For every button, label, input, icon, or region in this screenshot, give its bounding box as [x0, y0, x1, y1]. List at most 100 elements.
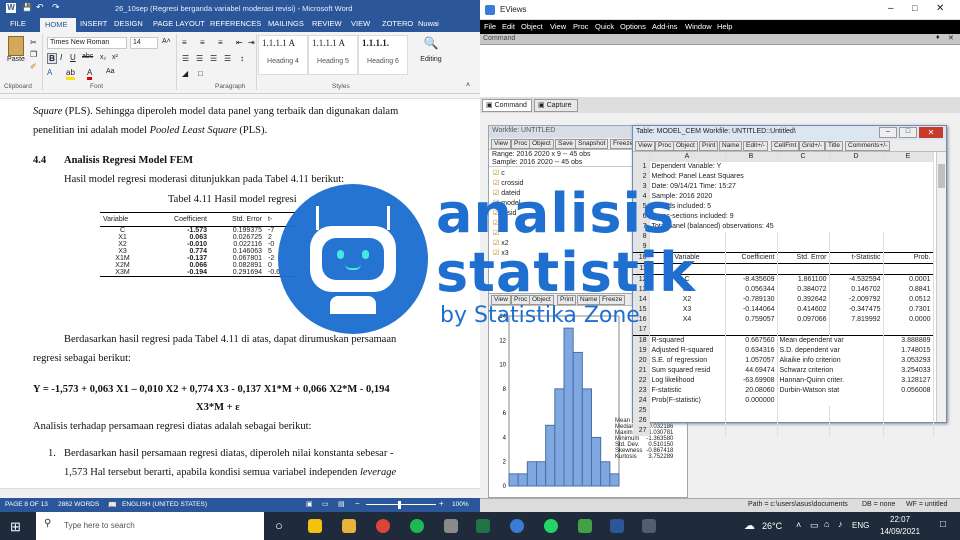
- tbl-comments-button[interactable]: Comments+/-: [845, 141, 891, 151]
- tab-page-layout[interactable]: PAGE LAYOUT: [153, 19, 205, 28]
- zoom-in-icon[interactable]: +: [439, 499, 444, 508]
- grid-cell[interactable]: 0.146702: [829, 285, 884, 295]
- grid-cell[interactable]: Prob(F-statistic): [649, 396, 726, 406]
- grid-cell[interactable]: [829, 325, 884, 336]
- grid-cell[interactable]: 0.392642: [777, 295, 830, 305]
- grid-row[interactable]: 26: [633, 416, 934, 426]
- wf-save-button[interactable]: Save: [555, 139, 576, 149]
- tbl-edit-button[interactable]: Edit+/-: [743, 141, 768, 151]
- tbl-print-button[interactable]: Print: [699, 141, 719, 151]
- tray-chevron-icon[interactable]: ˄: [796, 520, 801, 530]
- text-effects-icon[interactable]: A: [47, 68, 52, 77]
- numbering-icon[interactable]: ≡: [200, 38, 205, 47]
- highlight-icon[interactable]: ab: [66, 68, 75, 80]
- bold-button[interactable]: B: [47, 53, 57, 64]
- read-mode-icon[interactable]: ▣: [306, 500, 313, 508]
- grid-cell[interactable]: Std. Error: [777, 252, 830, 264]
- row-number[interactable]: 19: [633, 346, 650, 356]
- grid-cell[interactable]: [883, 406, 934, 416]
- style-heading-4[interactable]: 1.1.1.1 A Heading 4: [258, 35, 308, 75]
- font-size-select[interactable]: 14: [130, 37, 158, 49]
- workfile-item[interactable]: ☑ c: [493, 169, 633, 179]
- copy-icon[interactable]: ❐: [30, 50, 37, 59]
- grid-cell[interactable]: [829, 406, 884, 416]
- grid-cell[interactable]: [725, 325, 778, 336]
- grid-cell[interactable]: 0.634316: [725, 346, 778, 356]
- wf-object-button[interactable]: Object: [529, 139, 554, 149]
- grid-cell[interactable]: t-Statistic: [829, 252, 884, 264]
- grid-cell[interactable]: 1.748015: [883, 346, 934, 356]
- grid-cell[interactable]: 0.414602: [777, 305, 830, 315]
- grid-cell[interactable]: [829, 232, 884, 242]
- grid-row[interactable]: 3 Date: 09/14/21 Time: 15:27: [633, 182, 934, 192]
- grid-cell[interactable]: S.D. dependent var: [777, 346, 884, 356]
- grow-font-icon[interactable]: A˄: [162, 38, 171, 45]
- grid-cell[interactable]: [777, 263, 830, 275]
- grid-cell[interactable]: Sample: 2016 2020: [649, 192, 934, 202]
- grid-cell[interactable]: R-squared: [649, 335, 726, 346]
- col-header-e[interactable]: E: [883, 152, 934, 162]
- whatsapp-icon[interactable]: [544, 519, 558, 533]
- shading-icon[interactable]: ◢: [182, 69, 188, 78]
- change-case-icon[interactable]: Aa: [106, 68, 115, 75]
- collapse-ribbon-icon[interactable]: ˄: [466, 82, 470, 89]
- grid-cell[interactable]: Date: 09/14/21 Time: 15:27: [649, 182, 934, 192]
- proofing-icon[interactable]: 📖: [108, 501, 117, 509]
- grid-cell[interactable]: 0.0512: [883, 295, 934, 305]
- grid-row[interactable]: 18 R-squared 0.667560 Mean dependent var 3.8…: [633, 335, 934, 346]
- notification-icon[interactable]: □: [940, 519, 946, 530]
- grid-cell[interactable]: Hannan-Quinn criter.: [777, 376, 884, 386]
- bullets-icon[interactable]: ≡: [182, 38, 187, 47]
- grid-row[interactable]: 17: [633, 325, 934, 336]
- grid-cell[interactable]: 7.819992: [829, 315, 884, 325]
- grid-cell[interactable]: 3.888889: [883, 335, 934, 346]
- format-painter-icon[interactable]: ✐: [30, 62, 37, 71]
- editing-button[interactable]: 🔍 Editing: [414, 36, 448, 76]
- start-icon[interactable]: ⊞: [10, 519, 21, 535]
- underline-button[interactable]: U: [70, 53, 76, 62]
- subscript-button[interactable]: x₂: [100, 54, 106, 61]
- maximize-icon[interactable]: □: [912, 3, 917, 13]
- grid-cell[interactable]: [777, 426, 830, 436]
- clock-date[interactable]: 14/09/2021: [880, 527, 920, 536]
- grid-row[interactable]: 19 Adjusted R-squared 0.634316 S.D. depende…: [633, 346, 934, 356]
- grid-cell[interactable]: -8.435609: [725, 274, 778, 285]
- menu-help[interactable]: Help: [717, 22, 732, 31]
- grid-cell[interactable]: 0.097066: [777, 315, 830, 325]
- scroll-thumb[interactable]: [938, 164, 945, 188]
- grid-cell[interactable]: [883, 242, 934, 253]
- menu-edit[interactable]: Edit: [502, 22, 515, 31]
- task-view-icon[interactable]: ○: [275, 518, 283, 533]
- style-heading-6[interactable]: 1.1.1.1. Heading 6: [358, 35, 408, 75]
- borders-icon[interactable]: □: [198, 69, 203, 78]
- close-icon[interactable]: ✕: [936, 3, 944, 14]
- tab-account[interactable]: Nuwai: [418, 19, 439, 28]
- table-minimize-icon[interactable]: –: [879, 127, 897, 138]
- menu-quick[interactable]: Quick: [595, 22, 614, 31]
- italic-button[interactable]: I: [60, 53, 62, 62]
- menu-addins[interactable]: Add-ins: [652, 22, 677, 31]
- row-number[interactable]: 24: [633, 396, 650, 406]
- app-icon-2[interactable]: [642, 519, 656, 533]
- tbl-object-button[interactable]: Object: [673, 141, 698, 151]
- zoom-out-icon[interactable]: −: [355, 499, 360, 508]
- camtasia-icon[interactable]: [578, 519, 592, 533]
- line-spacing-icon[interactable]: ↕: [240, 54, 244, 63]
- grid-cell[interactable]: 0.056008: [883, 386, 934, 396]
- row-number[interactable]: 23: [633, 386, 650, 396]
- grid-row[interactable]: 1 Dependent Variable: Y: [633, 162, 934, 172]
- grid-cell[interactable]: [725, 263, 778, 275]
- grid-cell[interactable]: [883, 416, 934, 426]
- grid-cell[interactable]: [829, 242, 884, 253]
- grid-row[interactable]: 5 Periods included: 5: [633, 202, 934, 212]
- word-taskbar-icon[interactable]: [610, 519, 624, 533]
- grid-cell[interactable]: [725, 232, 778, 242]
- wf-proc-button[interactable]: Proc: [511, 139, 531, 149]
- grid-row[interactable]: 6 Cross-sections included: 9: [633, 212, 934, 222]
- chrome-icon[interactable]: [376, 519, 390, 533]
- grid-row[interactable]: 25: [633, 406, 934, 416]
- row-number[interactable]: 21: [633, 366, 650, 376]
- corner-cell[interactable]: [633, 152, 650, 162]
- grid-cell[interactable]: X3: [649, 305, 726, 315]
- grid-cell[interactable]: [883, 325, 934, 336]
